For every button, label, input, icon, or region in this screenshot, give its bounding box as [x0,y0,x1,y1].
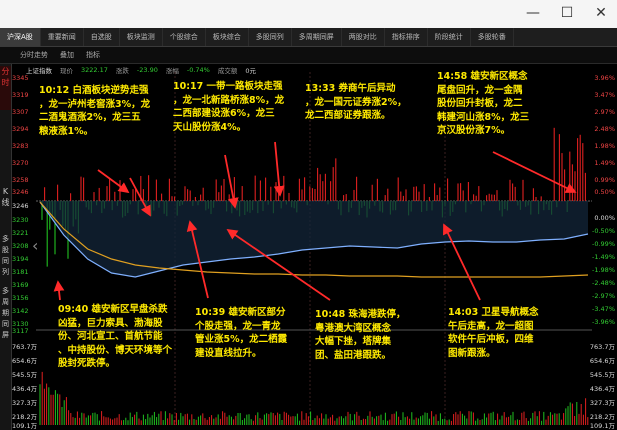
annotation-line: 股封死跌停。 [58,358,116,369]
annotation-arrow [492,151,577,193]
annotation-line: 09:40 雄安新区早盘杀跌 [58,304,168,315]
annotation-arrow [224,154,239,209]
annotation-line: 软件午后冲板，四维 [448,334,534,345]
annotation-line: 尾盘回升，龙一金隅 [437,84,523,96]
annotation-line: 14:03 卫星导航概念 [448,307,539,318]
annotation-line: 14:58 雄安新区概念 [437,71,528,82]
annotation-line: 建设直线拉升。 [195,347,262,359]
annotation-line: 管业涨5%，龙二栖霞 [195,334,288,345]
annotation-0940-baijiu: 10:12 白酒板块逆势走强 ，龙一泸州老窖涨3%，龙 二酒鬼酒涨2%，龙三五 … [39,84,150,138]
annotation-line: 图新跟涨。 [448,347,496,359]
annotation-arrow [53,280,65,301]
chevron-left-icon[interactable]: ‹ [32,236,38,255]
annotation-line: ，龙一北新路桥涨8%，龙 [173,94,285,106]
annotation-line: 10:12 白酒板块逆势走强 [39,85,149,96]
annotation-line: 粤港澳大湾区概念 [315,322,392,334]
annotation-0940-xiongan-drop: 09:40 雄安新区早盘杀跌 凶猛，巨力索具、渤海股 份、河北宣工、首航节能 、… [58,303,172,371]
annotation-line: 天山股份涨4%。 [173,121,247,133]
annotation-line: 二西部建设涨6%，龙三 [173,108,275,119]
annotation-1048-zhuhai: 10:48 珠海港跌停， 粤港澳大湾区概念 大幅下挫，塔牌集 团、盐田港跟跌。 [315,308,406,362]
annotation-arrow [97,169,130,194]
annotation-line: 10:39 雄安新区部分 [195,307,286,318]
annotation-line: 午后走高，龙一超图 [448,320,534,332]
annotation-line: 大幅下挫，塔牌集 [315,336,392,347]
annotation-1333-brokers: 13:33 券商午后异动 ，龙一国元证券涨2%， 龙二西部证券跟涨。 [305,82,407,123]
annotation-line: 京汉股份涨7%。 [437,125,511,136]
annotation-line: 13:33 券商午后异动 [305,83,396,94]
annotation-line: 份、河北宣工、首航节能 [58,331,163,342]
annotation-line: 10:48 珠海港跌停， [315,309,406,320]
annotation-line: 韩建河山涨8%，龙三 [437,111,530,123]
annotation-line: 团、盐田港跟跌。 [315,349,392,361]
annotation-line: 股份回升封板，龙二 [437,98,523,109]
annotation-line: 、中持股份、博天环境等个 [58,344,173,356]
price-area [40,201,588,277]
annotation-1403-satellite: 14:03 卫星导航概念 午后走高，龙一超图 软件午后冲板，四维 图新跟涨。 [448,306,539,360]
annotation-line: 二酒鬼酒涨2%，龙三五 [39,112,141,123]
annotation-line: ，龙一国元证券涨2%， [305,96,407,108]
annotation-line: 龙二西部证券跟涨。 [305,110,391,121]
annotation-1039-xiongan: 10:39 雄安新区部分 个股走强，龙一青龙 管业涨5%，龙二栖霞 建设直线拉升… [195,306,287,360]
annotation-line: 粮液涨1%。 [39,125,94,137]
annotation-1017-beltroad: 10:17 一带一路板块走强 ，龙一北新路桥涨8%，龙 二西部建设涨6%，龙三 … [173,80,284,134]
annotation-line: 凶猛，巨力索具、渤海股 [58,317,163,329]
annotation-1458-xiongan: 14:58 雄安新区概念 尾盘回升，龙一金隅 股份回升封板，龙二 韩建河山涨8%… [437,70,529,138]
annotation-line: ，龙一泸州老窖涨3%，龙 [39,98,151,110]
annotation-line: 个股走强，龙一青龙 [195,320,281,332]
annotation-line: 10:17 一带一路板块走强 [173,81,283,92]
